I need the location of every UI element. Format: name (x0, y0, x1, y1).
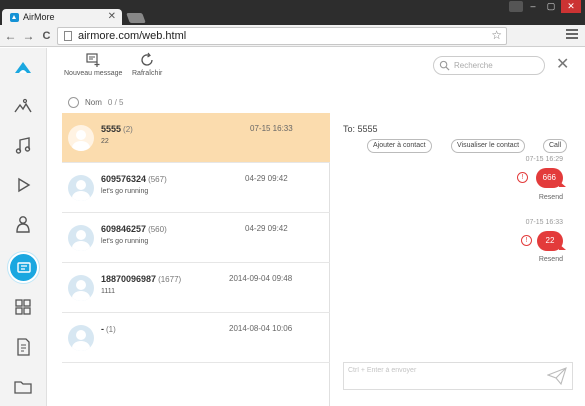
conversation-date: 04-29 09:42 (245, 224, 288, 233)
browser-menu-icon[interactable] (566, 29, 578, 41)
conversation-preview: 22 (101, 138, 109, 145)
forward-button[interactable]: → (21, 29, 36, 43)
message-count: (1) (106, 325, 116, 334)
search-icon (439, 60, 450, 71)
selection-count: 0 / 5 (107, 97, 124, 107)
name-column-label: Nom (85, 97, 102, 107)
conversation-row[interactable]: 18870096987 (1677) 2014-09-04 09:48 1111 (62, 263, 330, 313)
conversation-preview: let's go running (101, 188, 149, 195)
files-icon[interactable] (9, 373, 37, 401)
conversation-row[interactable]: 5555 (2) 07-15 16:33 22 (62, 113, 330, 163)
conversation-preview: let's go running (101, 238, 149, 245)
documents-icon[interactable] (9, 333, 37, 361)
airmore-logo-icon[interactable] (9, 54, 37, 82)
browser-toolbar: ← → C airmore.com/web.html ☆ (0, 25, 585, 47)
maximize-button[interactable]: ▢ (543, 0, 559, 13)
apps-icon[interactable] (9, 293, 37, 321)
conversation-date: 2014-09-04 09:48 (229, 274, 293, 283)
new-message-label: Nouveau message (64, 70, 123, 77)
conversation-date: 07-15 16:33 (250, 124, 293, 133)
resend-link[interactable]: Resend (539, 256, 563, 263)
add-contact-button[interactable]: Ajouter à contact (367, 139, 432, 153)
conversation-row[interactable]: 609846257 (560) 04-29 09:42 let's go runn… (62, 213, 330, 263)
avatar (68, 275, 94, 301)
message-timestamp: 07-15 16:33 (525, 219, 563, 226)
conversation-name: 609846257 (560) (101, 224, 167, 234)
reload-button[interactable]: C (39, 30, 54, 42)
photos-icon[interactable] (9, 93, 37, 121)
conversation-name: - (1) (101, 324, 116, 334)
window-close-button[interactable]: ✕ (561, 0, 581, 13)
conversation-date: 04-29 09:42 (245, 174, 288, 183)
page-icon (64, 31, 72, 41)
conversation-panel: To: 5555 Ajouter à contact Visualiser le… (331, 113, 585, 406)
message-timestamp: 07-15 16:29 (525, 156, 563, 163)
url-text[interactable]: airmore.com/web.html (78, 30, 186, 42)
bookmark-star-icon[interactable]: ☆ (491, 28, 502, 42)
conversation-list: 5555 (2) 07-15 16:33 22 609576324 (567) 04… (62, 113, 330, 406)
message-input[interactable] (348, 367, 538, 374)
conversation-row[interactable]: - (1) 2014-08-04 10:06 (62, 313, 330, 363)
refresh-label: Rafraîchir (132, 70, 163, 77)
side-rail (0, 48, 47, 406)
conversation-name: 609576324 (567) (101, 174, 167, 184)
conversation-row[interactable]: 609576324 (567) 04-29 09:42 let's go runn… (62, 163, 330, 213)
refresh-icon (141, 52, 153, 66)
minimize-button[interactable]: – (525, 0, 541, 13)
contacts-icon[interactable] (9, 210, 37, 238)
message-count: (567) (148, 175, 167, 184)
avatar (68, 175, 94, 201)
conversation-preview: 1111 (101, 288, 116, 295)
message-count: (560) (148, 225, 167, 234)
browser-tab[interactable]: AirMore ✕ (2, 9, 122, 25)
back-button[interactable]: ← (3, 29, 18, 43)
avatar (68, 225, 94, 251)
message-bubble: 666 (535, 168, 567, 188)
conversation-date: 2014-08-04 10:06 (229, 324, 293, 333)
tab-title: AirMore (23, 12, 55, 22)
view-contact-button[interactable]: Visualiser le contact (451, 139, 526, 153)
new-message-icon (86, 53, 100, 67)
failed-alert-icon: ! (521, 235, 532, 246)
compose-box[interactable] (343, 362, 573, 390)
list-header: Nom 0 / 5 (58, 93, 328, 111)
avatar (68, 125, 94, 151)
tab-close-icon[interactable]: ✕ (108, 11, 116, 22)
browser-titlebar: AirMore ✕ – ▢ ✕ (0, 0, 585, 25)
window-controls: – ▢ ✕ (509, 0, 581, 13)
send-icon[interactable] (547, 367, 567, 385)
user-profile-icon[interactable] (509, 1, 523, 12)
message-bubble: 22 (537, 231, 566, 251)
call-button[interactable]: Call (543, 139, 568, 153)
airmore-favicon-icon (10, 12, 19, 22)
search-input[interactable] (454, 61, 539, 70)
avatar (68, 325, 94, 351)
conversation-name: 5555 (2) (101, 124, 133, 134)
address-bar[interactable]: airmore.com/web.html ☆ (57, 27, 507, 45)
music-icon[interactable] (9, 132, 37, 160)
recipient-label: To: 5555 (343, 124, 378, 134)
messages-icon[interactable] (10, 254, 37, 281)
resend-link[interactable]: Resend (539, 194, 563, 201)
refresh-button[interactable]: Rafraîchir (132, 52, 162, 77)
conversation-name: 18870096987 (1677) (101, 274, 182, 284)
search-box[interactable] (433, 56, 545, 75)
new-tab-button[interactable] (126, 13, 146, 23)
videos-icon[interactable] (9, 171, 37, 199)
message-count: (1677) (158, 275, 182, 284)
select-all-radio[interactable] (68, 96, 79, 108)
close-panel-icon[interactable]: ✕ (556, 54, 569, 74)
new-message-button[interactable]: Nouveau message (64, 52, 122, 77)
failed-alert-icon: ! (517, 172, 528, 183)
airmore-app: Nouveau message Rafraîchir ✕ Nom 0 / 5 5… (0, 48, 585, 406)
app-topbar: Nouveau message Rafraîchir ✕ (48, 48, 585, 88)
message-count: (2) (123, 125, 133, 134)
